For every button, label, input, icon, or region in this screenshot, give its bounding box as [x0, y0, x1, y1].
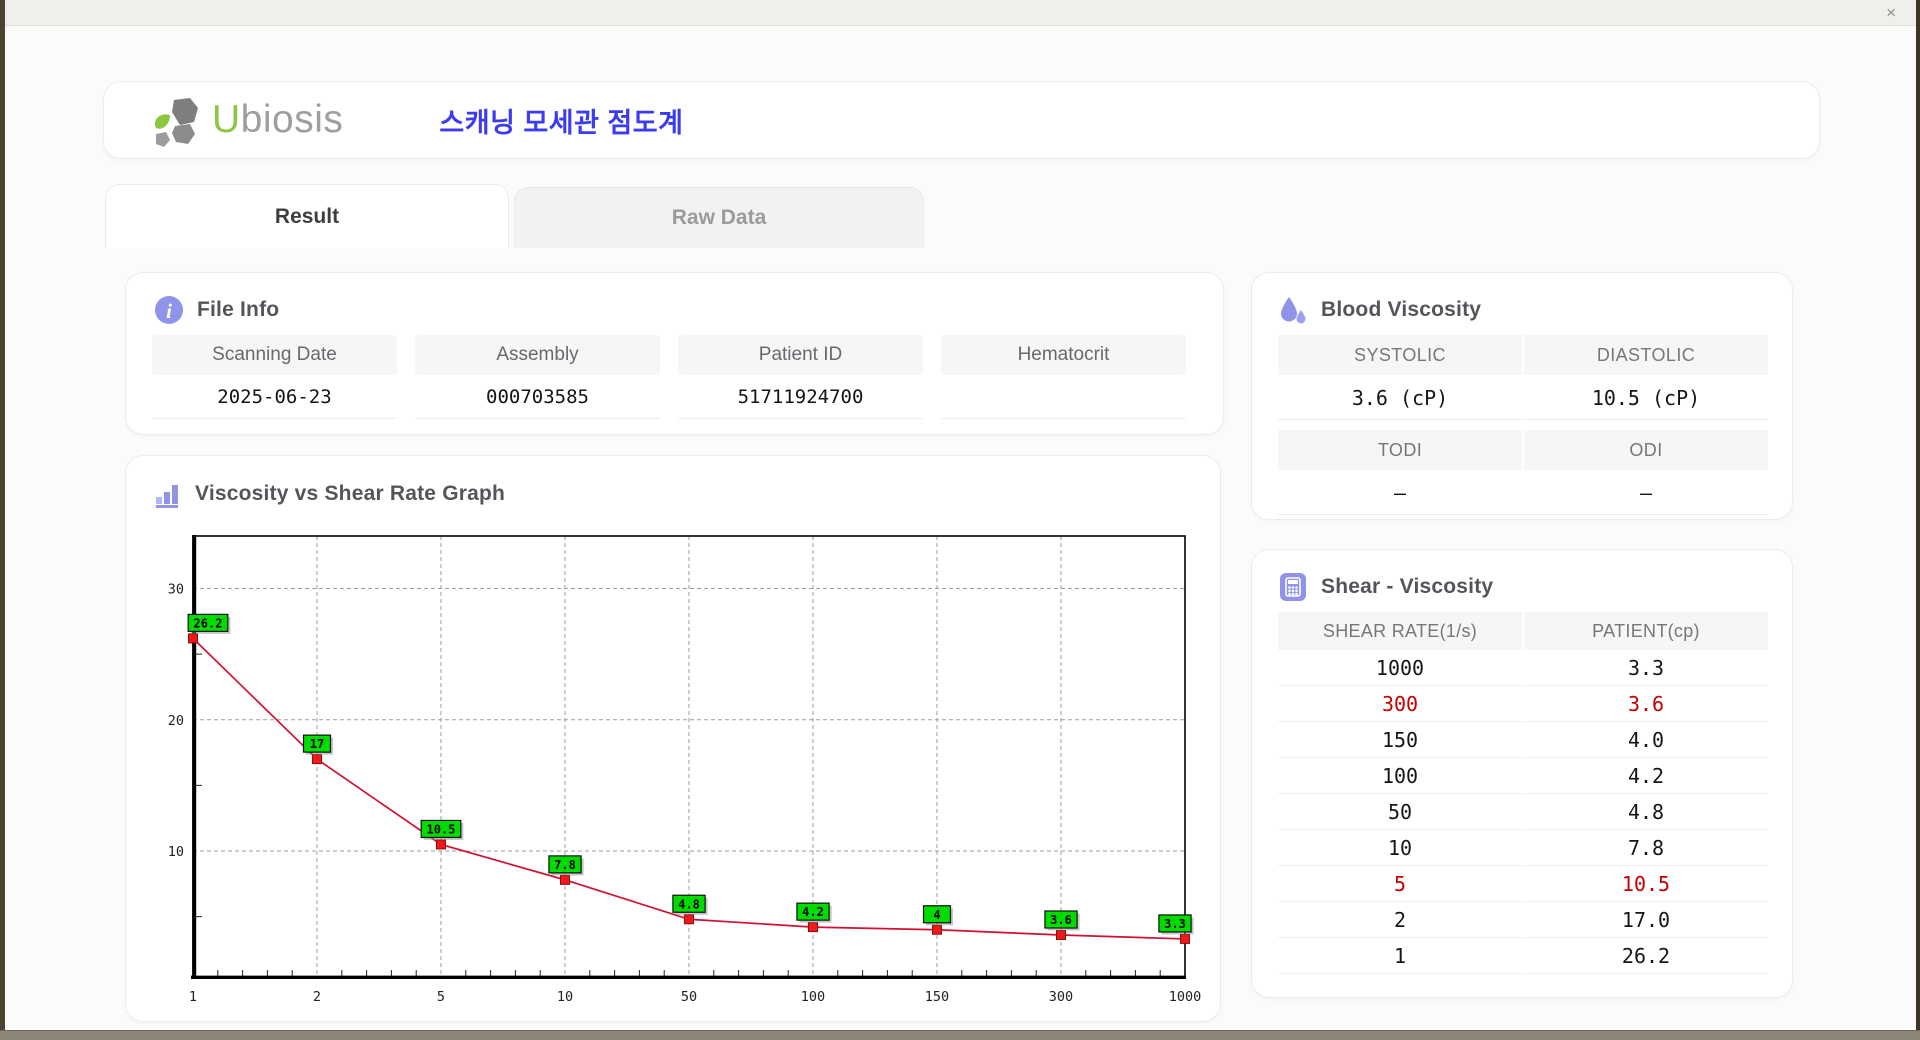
blood-header-cell: SYSTOLIC — [1278, 335, 1522, 375]
svg-text:2: 2 — [313, 989, 321, 1005]
tab-raw-data[interactable]: Raw Data — [514, 187, 924, 248]
divider — [1278, 422, 1768, 428]
tab-result[interactable]: Result — [105, 184, 509, 248]
svg-text:i: i — [166, 299, 172, 323]
svg-text:20: 20 — [168, 713, 184, 729]
shear-rate-cell: 1 — [1278, 938, 1522, 974]
window-edge-bottom — [0, 1030, 1920, 1040]
viscosity-graph-card: Viscosity vs Shear Rate Graph 10 20 30 26.2… — [125, 455, 1221, 1022]
blood-value-cell: – — [1524, 472, 1768, 515]
blood-viscosity-card: Blood Viscosity SYSTOLIC DIASTOLIC 3.6 (cP… — [1251, 272, 1793, 520]
file-info-card: i File Info Scanning Date 2025-06-23 Assem… — [125, 272, 1224, 435]
blood-value-cell: – — [1278, 472, 1522, 515]
svg-text:10.5: 10.5 — [427, 822, 456, 836]
logo-text: Ubiosis — [212, 98, 343, 142]
viscosity-shear-rate-chart: 10 20 30 26.2 17 10.5 7.8 4.8 4.2 4 3.6 3.3 1 2 5 10 50 1… — [168, 535, 1202, 1005]
svg-text:50: 50 — [681, 989, 697, 1005]
patient-viscosity-cell: 4.8 — [1524, 794, 1768, 830]
ubiosis-logo-icon — [148, 92, 204, 148]
svg-text:30: 30 — [168, 582, 184, 598]
field-label: Scanning Date — [152, 335, 397, 375]
svg-text:4.2: 4.2 — [802, 905, 824, 919]
logo-letter-u: U — [212, 98, 241, 141]
svg-text:7.8: 7.8 — [554, 858, 576, 872]
file-info-field: Scanning Date 2025-06-23 — [152, 335, 397, 419]
patient-viscosity-cell: 7.8 — [1524, 830, 1768, 866]
close-icon[interactable]: × — [1882, 0, 1900, 26]
patient-viscosity-cell: 10.5 — [1524, 866, 1768, 902]
svg-text:3.6: 3.6 — [1050, 913, 1072, 927]
blood-drops-icon — [1278, 295, 1308, 325]
window-titlebar: × — [5, 0, 1916, 26]
window-edge-right — [1916, 0, 1920, 1040]
file-info-fields: Scanning Date 2025-06-23 Assembly 000703585… — [152, 335, 1186, 419]
blood-header-cell: ODI — [1524, 430, 1768, 470]
shear-table-header: PATIENT(cp) — [1524, 612, 1768, 650]
svg-text:100: 100 — [801, 989, 825, 1005]
file-info-title: File Info — [197, 298, 280, 321]
patient-viscosity-cell: 17.0 — [1524, 902, 1768, 938]
svg-text:300: 300 — [1049, 989, 1073, 1005]
shear-table-header: SHEAR RATE(1/s) — [1278, 612, 1522, 650]
file-info-field: Assembly 000703585 — [415, 335, 660, 419]
field-label: Hematocrit — [941, 335, 1186, 375]
file-info-field: Hematocrit — [941, 335, 1186, 419]
svg-text:3.3: 3.3 — [1164, 917, 1186, 931]
patient-viscosity-cell: 26.2 — [1524, 938, 1768, 974]
field-value — [941, 375, 1186, 419]
window-edge-left — [0, 0, 5, 1040]
shear-rate-cell: 150 — [1278, 722, 1522, 758]
shear-rate-cell: 300 — [1278, 686, 1522, 722]
info-icon: i — [154, 295, 184, 325]
svg-text:17: 17 — [310, 737, 324, 751]
file-info-field: Patient ID 51711924700 — [678, 335, 923, 419]
calculator-icon — [1278, 572, 1308, 602]
patient-viscosity-cell: 3.6 — [1524, 686, 1768, 722]
svg-text:4: 4 — [933, 908, 940, 922]
patient-viscosity-cell: 4.2 — [1524, 758, 1768, 794]
shear-rate-cell: 50 — [1278, 794, 1522, 830]
shear-viscosity-card: Shear - Viscosity SHEAR RATE(1/s) PATIENT… — [1251, 549, 1793, 998]
blood-value-cell: 10.5 (cP) — [1524, 377, 1768, 420]
shear-rate-cell: 2 — [1278, 902, 1522, 938]
svg-text:10: 10 — [557, 989, 573, 1005]
field-label: Patient ID — [678, 335, 923, 375]
field-value: 51711924700 — [678, 375, 923, 419]
shear-rate-cell: 100 — [1278, 758, 1522, 794]
header-card: Ubiosis 스캐닝 모세관 점도계 — [103, 81, 1820, 159]
blood-header-cell: TODI — [1278, 430, 1522, 470]
field-value: 2025-06-23 — [152, 375, 397, 419]
page-title: 스캐닝 모세관 점도계 — [439, 107, 684, 138]
svg-text:150: 150 — [925, 989, 949, 1005]
svg-text:5: 5 — [437, 989, 445, 1005]
blood-viscosity-table: SYSTOLIC DIASTOLIC 3.6 (cP) 10.5 (cP) TODI OD… — [1278, 335, 1768, 515]
shear-viscosity-title: Shear - Viscosity — [1321, 575, 1494, 598]
app-logo: Ubiosis — [148, 92, 343, 148]
shear-rate-cell: 1000 — [1278, 650, 1522, 686]
blood-viscosity-title: Blood Viscosity — [1321, 298, 1482, 321]
svg-text:1000: 1000 — [1169, 989, 1202, 1005]
blood-value-cell: 3.6 (cP) — [1278, 377, 1522, 420]
svg-text:1: 1 — [189, 989, 197, 1005]
svg-text:4.8: 4.8 — [678, 897, 700, 911]
patient-viscosity-cell: 3.3 — [1524, 650, 1768, 686]
shear-rate-cell: 10 — [1278, 830, 1522, 866]
svg-text:26.2: 26.2 — [194, 616, 223, 630]
shear-viscosity-table: SHEAR RATE(1/s) PATIENT(cp) 1000 3.3 300 3.6 1… — [1278, 612, 1768, 974]
field-value: 000703585 — [415, 375, 660, 419]
svg-text:10: 10 — [168, 844, 184, 860]
field-label: Assembly — [415, 335, 660, 375]
patient-viscosity-cell: 4.0 — [1524, 722, 1768, 758]
blood-header-cell: DIASTOLIC — [1524, 335, 1768, 375]
logo-letters-rest: biosis — [240, 98, 344, 141]
shear-rate-cell: 5 — [1278, 866, 1522, 902]
